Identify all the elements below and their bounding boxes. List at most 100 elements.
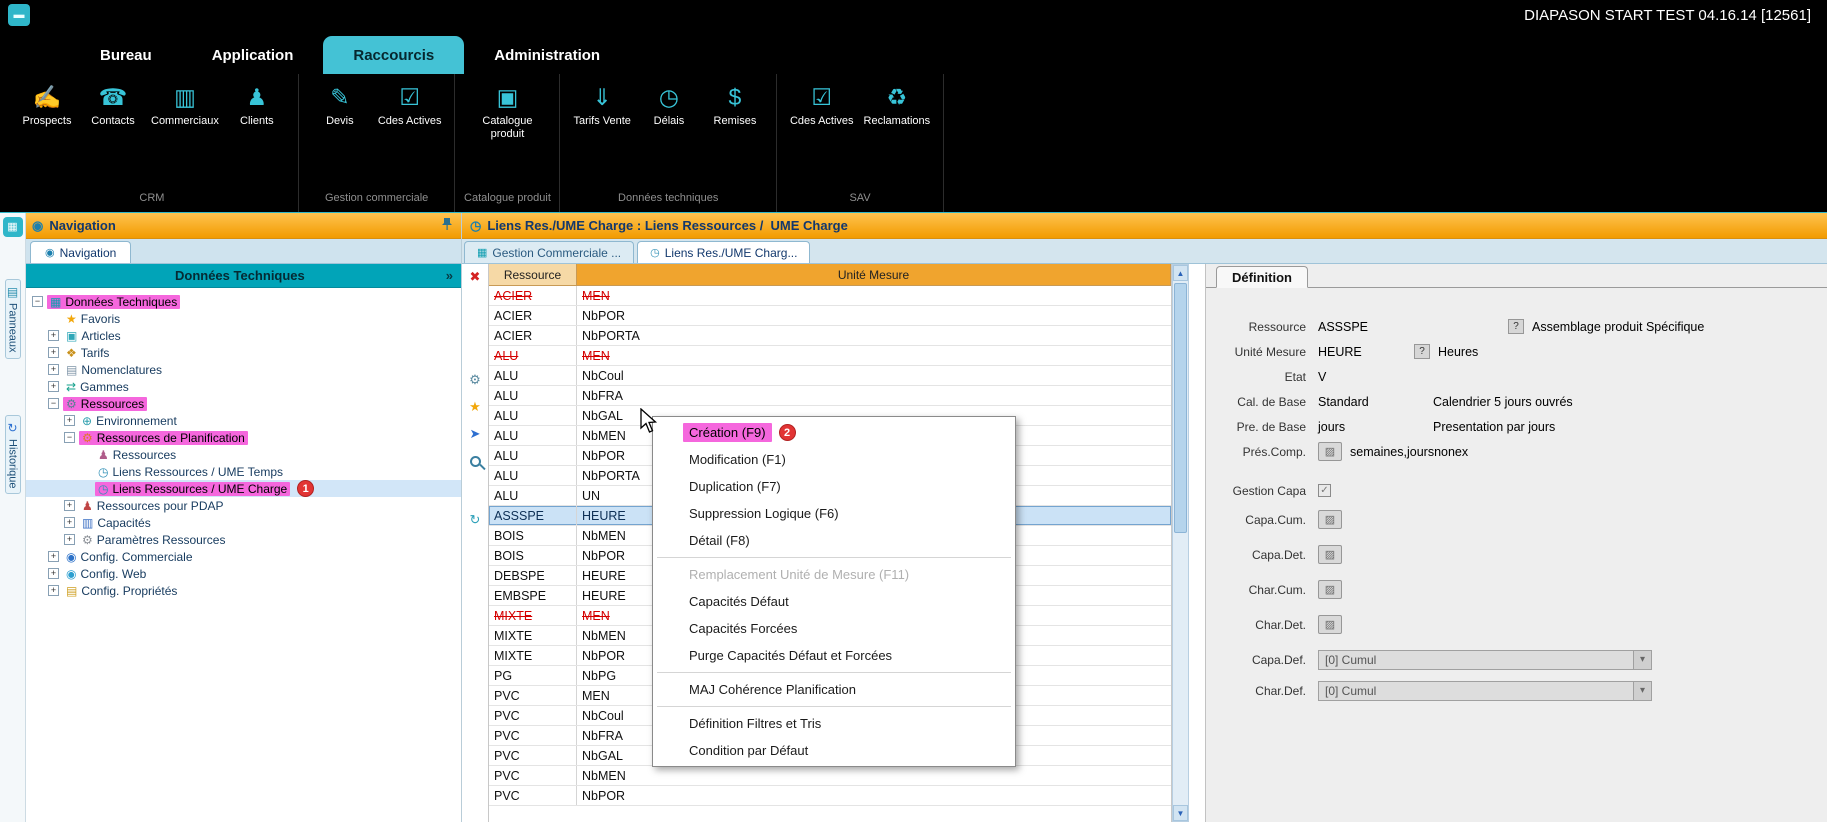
menu-item-definition-filtres-et-tris[interactable]: Définition Filtres et Tris — [653, 710, 1015, 737]
search-icon[interactable] — [465, 451, 485, 471]
panels-toggle-icon[interactable]: ▦ — [3, 217, 23, 237]
ribbon-button-devis[interactable]: ✎Devis — [307, 80, 373, 132]
table-row[interactable]: ACIERNbPORTA — [489, 326, 1171, 346]
ribbon-button-reclamations[interactable]: ♻Reclamations — [859, 80, 936, 132]
menu-item-modification-f1[interactable]: Modification (F1) — [653, 446, 1015, 473]
collapse-icon[interactable]: − — [64, 432, 75, 443]
tab-definition[interactable]: Définition — [1216, 266, 1308, 288]
tree-item-liens-ressources-ume-temps[interactable]: ◷Liens Ressources / UME Temps — [26, 463, 461, 480]
help-icon[interactable]: ? — [1414, 344, 1430, 359]
tree-item-capacites[interactable]: +▥Capacités — [26, 514, 461, 531]
expand-icon[interactable]: + — [48, 381, 59, 392]
table-row[interactable]: ALUNbCoul — [489, 366, 1171, 386]
tree-item-ressources[interactable]: −⚙Ressources — [26, 395, 461, 412]
table-row[interactable]: ACIERNbPOR — [489, 306, 1171, 326]
table-row[interactable]: ACIERMEN — [489, 286, 1171, 306]
menu-tab-raccourcis[interactable]: Raccourcis — [323, 36, 464, 74]
tree-item-config-proprietes[interactable]: +▤Config. Propriétés — [26, 582, 461, 599]
ribbon-button-contacts[interactable]: ☎Contacts — [80, 80, 146, 132]
pin-icon[interactable] — [439, 217, 455, 234]
tree-item-tarifs[interactable]: +❖Tarifs — [26, 344, 461, 361]
menu-item-condition-par-defaut[interactable]: Condition par Défaut — [653, 737, 1015, 764]
expand-icon[interactable]: + — [48, 330, 59, 341]
collapse-icon[interactable]: − — [48, 398, 59, 409]
column-header-ressource[interactable]: Ressource — [489, 264, 577, 286]
expand-icon[interactable]: + — [48, 364, 59, 375]
dock-tab-historique[interactable]: ↻Historique — [5, 415, 21, 495]
expand-icon[interactable]: + — [64, 517, 75, 528]
ribbon-button-tarifs-vente[interactable]: ⇓Tarifs Vente — [568, 80, 635, 132]
ribbon-button-clients[interactable]: ♟Clients — [224, 80, 290, 132]
table-scrollbar[interactable]: ▲ ▼ — [1172, 264, 1189, 822]
collapse-icon[interactable]: − — [32, 296, 43, 307]
expand-icon[interactable]: + — [64, 415, 75, 426]
menu-tab-bureau[interactable]: Bureau — [70, 36, 182, 74]
tree-item-config-web[interactable]: +◉Config. Web — [26, 565, 461, 582]
menu-item-maj-coherence-planification[interactable]: MAJ Cohérence Planification — [653, 676, 1015, 703]
favorites-icon[interactable]: ★ — [465, 397, 485, 417]
tree-item-ressources[interactable]: ♟Ressources — [26, 446, 461, 463]
scroll-up-icon[interactable]: ▲ — [1173, 265, 1188, 281]
document-tab-liens-res-ume-charg[interactable]: ◷Liens Res./UME Charg... — [637, 241, 810, 263]
menu-tab-application[interactable]: Application — [182, 36, 324, 74]
tree-item-favoris[interactable]: ★Favoris — [26, 310, 461, 327]
menu-item-remplacement-unite-de-mesure-f11[interactable]: Remplacement Unité de Mesure (F11) — [653, 561, 1015, 588]
chart-button[interactable]: ▨ — [1318, 442, 1342, 461]
tab-navigation[interactable]: ◉ Navigation — [30, 241, 131, 263]
grid-settings-icon[interactable]: ⚙ — [465, 370, 485, 390]
clear-icon[interactable]: ✖ — [465, 267, 485, 287]
gestion-capa-checkbox[interactable]: ✓ — [1318, 484, 1331, 497]
ribbon-button-cdes-actives[interactable]: ☑Cdes Actives — [373, 80, 447, 132]
chart-button[interactable]: ▨ — [1318, 615, 1342, 634]
dropdown-chardef[interactable]: [0] Cumul▾ — [1318, 681, 1652, 701]
tree-item-environnement[interactable]: +⊕Environnement — [26, 412, 461, 429]
chart-button[interactable]: ▨ — [1318, 510, 1342, 529]
menu-item-purge-capacites-defaut-et-forcees[interactable]: Purge Capacités Défaut et Forcées — [653, 642, 1015, 669]
menu-item-suppression-logique-f6[interactable]: Suppression Logique (F6) — [653, 500, 1015, 527]
tree-item-ressources-de-planification[interactable]: −⚙Ressources de Planification — [26, 429, 461, 446]
chart-button[interactable]: ▨ — [1318, 545, 1342, 564]
tree-item-articles[interactable]: +▣Articles — [26, 327, 461, 344]
tree-item-config-commerciale[interactable]: +◉Config. Commerciale — [26, 548, 461, 565]
tree-item-ressources-pour-pdap[interactable]: +♟Ressources pour PDAP — [26, 497, 461, 514]
table-row[interactable]: ALUMEN — [489, 346, 1171, 366]
expand-icon[interactable]: + — [48, 347, 59, 358]
menu-item-creation-f9[interactable]: Création (F9)2 — [653, 419, 1015, 446]
dock-tab-panneaux[interactable]: ▤Panneaux — [5, 279, 21, 359]
collapse-panel-icon[interactable]: » — [446, 268, 453, 283]
document-tab-gestion-commerciale[interactable]: ▦Gestion Commerciale ... — [464, 241, 634, 263]
expand-icon[interactable]: + — [48, 551, 59, 562]
ribbon-button-cdes-actives[interactable]: ☑Cdes Actives — [785, 80, 859, 132]
menu-tab-administration[interactable]: Administration — [464, 36, 630, 74]
expand-icon[interactable]: + — [48, 585, 59, 596]
help-icon[interactable]: ? — [1508, 319, 1524, 334]
ribbon-button-commerciaux[interactable]: ▥Commerciaux — [146, 80, 224, 132]
menu-item-capacites-defaut[interactable]: Capacités Défaut — [653, 588, 1015, 615]
tree-item-nomenclatures[interactable]: +▤Nomenclatures — [26, 361, 461, 378]
ribbon-button-remises[interactable]: $Remises — [702, 80, 768, 132]
column-header-unite-mesure[interactable]: Unité Mesure — [577, 264, 1171, 286]
expand-icon[interactable]: + — [64, 534, 75, 545]
menu-item-capacites-forcees[interactable]: Capacités Forcées — [653, 615, 1015, 642]
table-row[interactable]: PVCNbMEN — [489, 766, 1171, 786]
tree-item-parametres-ressources[interactable]: +⚙Paramètres Ressources — [26, 531, 461, 548]
menu-item-duplication-f7[interactable]: Duplication (F7) — [653, 473, 1015, 500]
dropdown-capadef[interactable]: [0] Cumul▾ — [1318, 650, 1652, 670]
ribbon-button-catalogue-produit[interactable]: ▣Catalogue produit — [463, 80, 551, 145]
table-row[interactable]: ALUNbFRA — [489, 386, 1171, 406]
tree-item-donnees-techniques[interactable]: −▦Données Techniques — [26, 293, 461, 310]
expand-icon[interactable]: + — [48, 568, 59, 579]
refresh-icon[interactable]: ↻ — [465, 510, 485, 530]
menu-item-detail-f8[interactable]: Détail (F8) — [653, 527, 1015, 554]
expand-icon[interactable]: + — [64, 500, 75, 511]
ribbon-button-prospects[interactable]: ✍Prospects — [14, 80, 80, 132]
chart-button[interactable]: ▨ — [1318, 580, 1342, 599]
ribbon-button-delais[interactable]: ◷Délais — [636, 80, 702, 132]
pointer-icon[interactable]: ➤ — [465, 424, 485, 444]
tree-item-liens-ressources-ume-charge[interactable]: ◷Liens Ressources / UME Charge1 — [26, 480, 461, 497]
scroll-down-icon[interactable]: ▼ — [1173, 805, 1188, 821]
app-logo-icon[interactable]: ▬ — [8, 4, 30, 26]
table-row[interactable]: PVCNbPOR — [489, 786, 1171, 806]
tree-item-gammes[interactable]: +⇄Gammes — [26, 378, 461, 395]
scrollbar-thumb[interactable] — [1174, 283, 1187, 533]
